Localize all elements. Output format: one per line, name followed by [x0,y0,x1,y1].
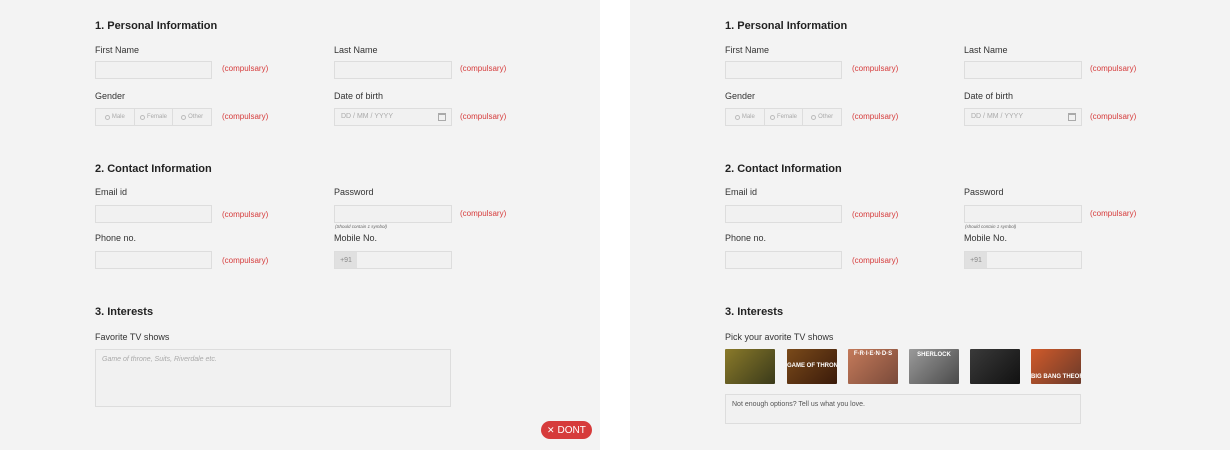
password-label: Password [334,187,374,197]
gender-option-female[interactable]: Female [135,109,174,125]
dont-badge: ✕ DONT [541,421,592,439]
gender-option-other[interactable]: Other [173,109,211,125]
last-name-label: Last Name [964,45,1008,55]
gender-required-note: (compulsary) [222,112,269,121]
gender-option-male[interactable]: Male [726,109,765,125]
password-hint: (should contain 1 symbol) [965,224,1017,229]
gender-option-male[interactable]: Male [96,109,135,125]
tv-show-tile-sherlock[interactable]: SHERLOCK [909,349,959,384]
first-name-label: First Name [725,45,770,55]
dob-placeholder: DD / MM / YYYY [341,113,393,120]
email-label: Email id [95,187,128,197]
do-example-panel: 1. Personal Information First Name (comp… [630,0,1230,450]
first-name-field[interactable] [725,61,842,79]
phone-field[interactable] [95,251,212,269]
first-name-required-note: (compulsary) [852,64,899,73]
gender-selector: Male Female Other [95,108,212,126]
dont-example-panel: 1. Personal Information First Name (comp… [0,0,600,450]
tv-show-tile-friends[interactable]: F·R·I·E·N·D·S [848,349,898,384]
dont-badge-label: DONT [557,424,586,436]
phone-required-note: (compulsary) [222,256,269,265]
section-title-personal: 1. Personal Information [95,20,218,32]
phone-field[interactable] [725,251,842,269]
calendar-icon[interactable] [1068,113,1076,121]
radio-icon [811,114,817,120]
last-name-required-note: (compulsary) [460,64,507,73]
gender-label: Gender [95,91,126,101]
gender-option-female[interactable]: Female [765,109,804,125]
password-field[interactable] [964,205,1082,223]
pick-shows-label: Pick your avorite TV shows [725,332,834,342]
password-required-note: (compulsary) [1090,209,1137,218]
tv-show-tile-game-of-thrones[interactable]: GAME OF THRONES [787,349,837,384]
calendar-icon[interactable] [438,113,446,121]
country-code-prefix: +91 [965,252,987,268]
dob-required-note: (compulsary) [460,112,507,121]
email-required-note: (compulsary) [852,210,899,219]
section-title-personal: 1. Personal Information [725,20,848,32]
phone-required-note: (compulsary) [852,256,899,265]
last-name-label: Last Name [334,45,378,55]
radio-icon [734,114,740,120]
close-icon: ✕ [547,424,555,435]
section-title-contact: 2. Contact Information [725,163,842,175]
last-name-field[interactable] [964,61,1082,79]
tv-show-tile-breaking-bad[interactable] [725,349,775,384]
phone-label: Phone no. [725,233,767,243]
tv-show-tile-big-bang-theory[interactable]: BIG BANG THEORY [1031,349,1081,384]
last-name-required-note: (compulsary) [1090,64,1137,73]
section-title-contact: 2. Contact Information [95,163,212,175]
gender-option-other[interactable]: Other [803,109,841,125]
dob-label: Date of birth [964,91,1014,101]
section-title-interests: 3. Interests [725,306,784,318]
mobile-label: Mobile No. [964,233,1008,243]
radio-icon [181,114,187,120]
favorite-shows-textarea[interactable]: Game of throne, Suits, Riverdale etc. [95,349,451,407]
gender-selector: Male Female Other [725,108,842,126]
favorite-shows-label: Favorite TV shows [95,332,170,342]
favorite-shows-placeholder: Game of throne, Suits, Riverdale etc. [102,356,217,363]
phone-label: Phone no. [95,233,137,243]
last-name-field[interactable] [334,61,452,79]
email-field[interactable] [95,205,212,223]
country-code-prefix: +91 [335,252,357,268]
email-field[interactable] [725,205,842,223]
radio-icon [770,114,775,120]
gender-label: Gender [725,91,756,101]
mobile-label: Mobile No. [334,233,378,243]
dob-label: Date of birth [334,91,384,101]
dob-required-note: (compulsary) [1090,112,1137,121]
password-label: Password [964,187,1004,197]
dob-placeholder: DD / MM / YYYY [971,113,1023,120]
password-required-note: (compulsary) [460,209,507,218]
mobile-field[interactable]: +91 [964,251,1082,269]
first-name-field[interactable] [95,61,212,79]
section-title-interests: 3. Interests [95,306,154,318]
more-shows-text: Not enough options? Tell us what you lov… [732,401,865,408]
dob-field[interactable]: DD / MM / YYYY [964,108,1082,126]
tv-show-tile-house-of-cards[interactable] [970,349,1020,384]
email-required-note: (compulsary) [222,210,269,219]
more-shows-textarea[interactable]: Not enough options? Tell us what you lov… [725,394,1081,424]
dob-field[interactable]: DD / MM / YYYY [334,108,452,126]
password-hint: (Should contain 1 symbol) [335,224,388,229]
gender-required-note: (compulsary) [852,112,899,121]
radio-icon [104,114,110,120]
password-field[interactable] [334,205,452,223]
mobile-field[interactable]: +91 [334,251,452,269]
first-name-required-note: (compulsary) [222,64,269,73]
first-name-label: First Name [95,45,140,55]
radio-icon [140,114,145,120]
email-label: Email id [725,187,758,197]
